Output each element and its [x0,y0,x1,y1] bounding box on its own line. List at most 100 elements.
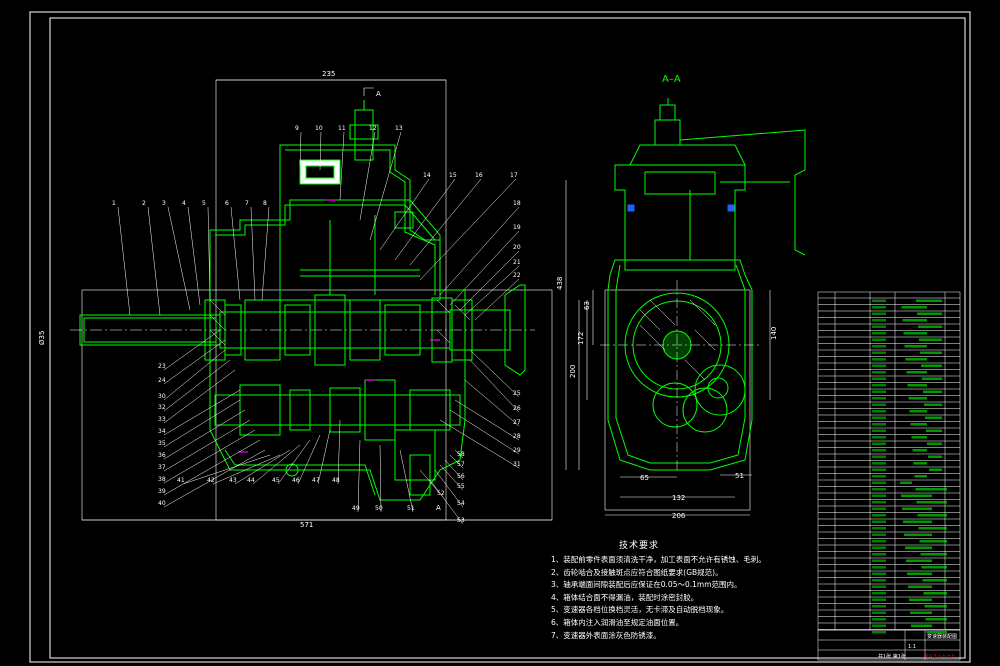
title-block-scale: 1:1 [908,644,916,650]
parts-cell-mark [872,559,886,562]
parts-cell-mark [925,416,942,419]
leader-line [163,389,241,436]
part-number-label: 22 [513,272,521,279]
part-number-label: 33 [158,416,166,423]
cut-marker-top: A [376,90,381,98]
leader-line [250,206,256,301]
parts-cell-mark [872,455,886,458]
part-number-label: 55 [457,483,465,490]
parts-cell-mark [872,520,886,523]
part-number-label: 49 [352,505,360,512]
part-number-label: 29 [513,447,521,454]
part-number-label: 27 [513,419,521,426]
part-number-label: 34 [158,428,166,435]
parts-cell-mark [872,546,886,549]
parts-cell-mark [872,332,886,335]
leader-line [261,206,270,301]
part-number-label: 44 [247,477,255,484]
parts-cell-mark [872,598,886,601]
part-number-label: 8 [263,200,267,207]
parts-cell-mark [901,494,932,497]
parts-cell-mark [922,579,947,582]
parts-cell-mark [872,585,886,588]
parts-cell-mark [872,338,886,341]
parts-cell-mark [917,312,942,315]
part-number-label: 3 [162,200,166,207]
part-number-label: 38 [158,476,166,483]
assembly-drawing: 235 571 Ø35 A A 1 2 3 4 5 6 7 89 10 11 12 1314 15 16 1… [29,11,971,663]
parts-cell-mark [872,488,886,491]
parts-cell-mark [903,332,927,335]
parts-cell-mark [900,481,912,484]
tech-note-item: 4、箱体结合面不得漏油，装配时涂密封胶。 [551,592,699,602]
parts-cell-mark [904,533,932,536]
part-number-label: 7 [245,200,249,207]
part-number-label: 9 [295,125,299,132]
leader-line [163,399,241,448]
leader-line [459,250,520,311]
dim-section-width: 206 [672,512,686,520]
leader-line [167,206,191,311]
part-number-label: 56 [457,473,465,480]
parts-cell-mark [872,624,886,627]
part-number-label: 58 [457,451,465,458]
parts-cell-mark [872,390,886,393]
dim-section-height: 438 [556,277,564,290]
leader-line [379,444,382,513]
part-number-label: 36 [158,452,166,459]
parts-cell-mark [911,624,932,627]
part-number-label: 43 [229,477,237,484]
tech-note-item: 7、变速器外表面涂灰色防锈漆。 [551,630,661,640]
part-number-label: 28 [513,433,521,440]
part-number-label: 4 [182,200,186,207]
parts-cell-mark [920,553,947,556]
parts-cell-mark [872,429,886,432]
parts-cell-mark [912,449,927,452]
parts-cell-mark [909,410,927,413]
parts-cell-mark [908,585,932,588]
part-number-label: 57 [457,461,465,468]
part-number-label: 18 [513,200,521,207]
tech-notes-title: 技术要求 [619,541,660,551]
parts-cell-mark [902,319,927,322]
parts-cell-mark [909,598,932,601]
part-number-label: 51 [407,505,415,512]
parts-cell-mark [910,611,932,614]
inner-frame [49,17,966,659]
parts-cell-mark [872,364,886,367]
parts-cell-mark [872,501,886,504]
leader-line [163,409,246,460]
parts-cell-mark [872,345,886,348]
leader-line [230,206,241,301]
parts-cell-mark [872,462,886,465]
parts-cell-mark [915,488,947,491]
parts-cell-mark [924,403,942,406]
parts-cell-mark [872,442,886,445]
part-balloons: 1 2 3 4 5 6 7 89 10 11 12 1314 15 16 17181920212223242… [112,125,521,525]
parts-cell-mark [927,442,942,445]
part-number-label: 35 [158,440,166,447]
part-number-label: 46 [292,477,300,484]
parts-cell-mark [872,403,886,406]
leader-line [449,409,520,455]
part-number-label: 39 [158,488,166,495]
section-title: A–A [662,74,681,85]
title-block-name: 变速器装配图 [927,633,957,640]
parts-cell-mark [906,371,927,374]
parts-cell-mark [872,319,886,322]
parts-cell-mark [905,546,932,549]
leader-line [317,429,331,485]
part-number-label: 21 [513,259,521,266]
parts-cell-mark [872,423,886,426]
parts-cell-mark [872,397,886,400]
parts-cell-mark [872,325,886,328]
parts-cell-mark [922,377,942,380]
dim-offset-51: 51 [735,472,744,480]
leader-line [357,439,361,513]
part-number-label: 12 [369,125,377,132]
parts-cell-mark [872,468,886,471]
leader-line [337,419,341,485]
parts-cell-mark [872,566,886,569]
part-number-label: 17 [510,172,518,179]
dim-height-172: 172 [577,332,585,345]
